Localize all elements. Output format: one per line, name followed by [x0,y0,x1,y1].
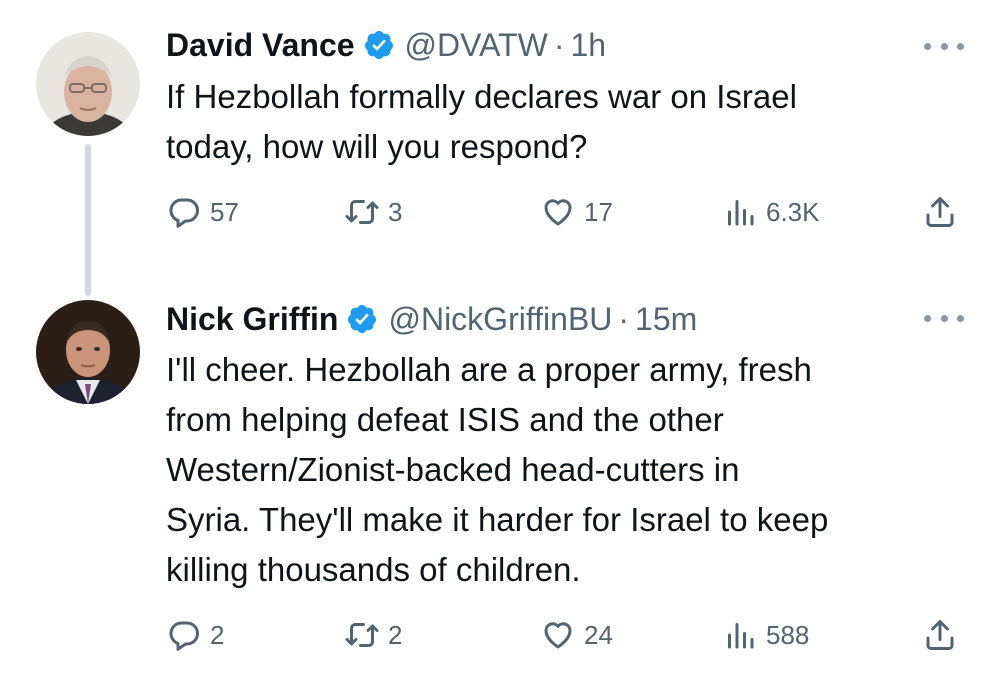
tweet-header: Nick Griffin @NickGriffinBU · 15m [166,296,960,342]
share-icon [926,620,954,650]
verified-badge-icon [348,305,377,333]
retweet-icon [345,200,379,224]
thread-connector [85,144,91,296]
views-count: 588 [766,619,810,650]
like-count: 24 [584,619,613,650]
verified-badge-icon [364,31,393,59]
reply-icon [169,198,199,228]
reply-button[interactable]: 57 [166,190,239,234]
more-icon[interactable] [924,308,964,328]
views-icon [728,623,754,649]
retweet-button[interactable]: 2 [344,613,402,657]
like-icon [544,622,572,649]
tweet-text: If Hezbollah formally declares war on Is… [166,78,797,165]
retweet-count: 3 [388,196,403,227]
reply-count: 2 [210,619,225,650]
timestamp[interactable]: 15m [635,301,697,338]
reply-icon [169,621,199,651]
retweet-button[interactable]: 3 [344,190,402,234]
author-handle[interactable]: @DVATW [405,27,548,64]
views-count: 6.3K [766,196,820,227]
avatar[interactable] [36,32,140,136]
share-icon [926,197,954,227]
avatar[interactable] [36,300,140,404]
like-button[interactable]: 24 [540,613,613,657]
reply-count: 57 [210,196,239,227]
like-button[interactable]: 17 [540,190,613,234]
views-button[interactable]: 588 [722,613,809,657]
action-bar: 57 3 17 6.3K [166,190,966,234]
timestamp[interactable]: 1h [570,27,606,64]
more-icon[interactable] [924,36,964,56]
author-name[interactable]: David Vance [166,27,355,64]
tweet-text: I'll cheer. Hezbollah are a proper army,… [166,351,829,588]
retweet-icon [345,623,379,647]
retweet-count: 2 [388,619,403,650]
views-icon [728,200,754,226]
author-name[interactable]: Nick Griffin [166,301,338,338]
like-count: 17 [584,196,613,227]
action-bar: 2 2 24 588 [166,613,966,657]
like-icon [544,199,572,226]
separator: · [618,300,630,337]
author-handle[interactable]: @NickGriffinBU [388,301,612,338]
tweet[interactable]: David Vance @DVATW · 1h If Hezbollah for… [0,0,1000,296]
views-button[interactable]: 6.3K [722,190,820,234]
reply-button[interactable]: 2 [166,613,224,657]
share-button[interactable] [922,190,966,234]
separator: · [553,26,565,63]
tweet-header: David Vance @DVATW · 1h [166,22,960,68]
share-button[interactable] [922,613,966,657]
tweet[interactable]: Nick Griffin @NickGriffinBU · 15m I'll c… [0,290,1000,675]
